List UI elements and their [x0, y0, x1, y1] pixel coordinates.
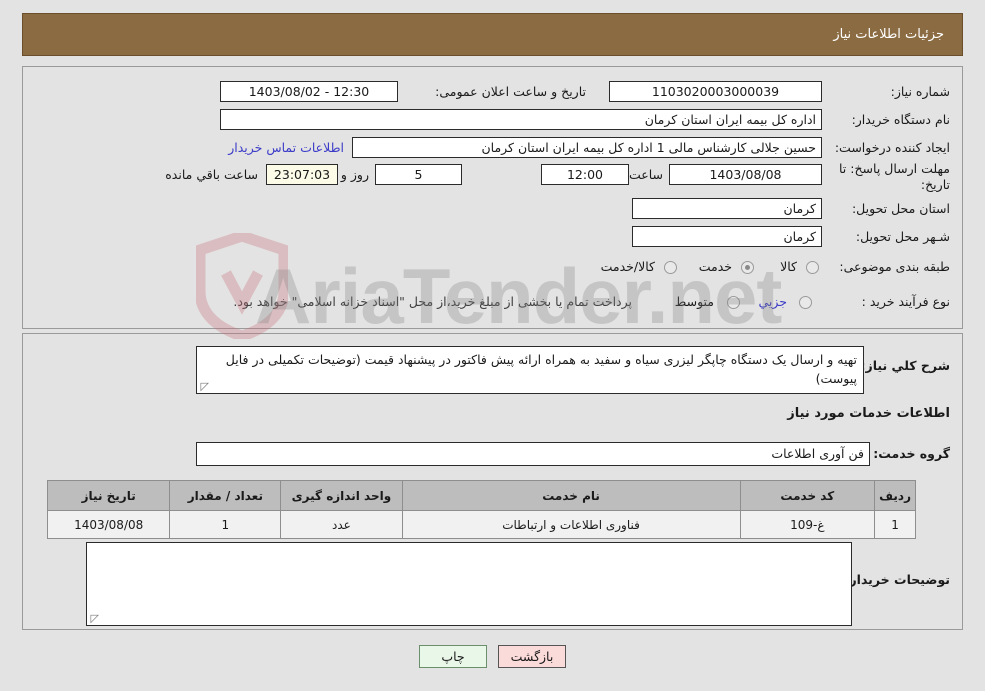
need-number-label: شماره نیاز:	[890, 84, 950, 99]
table-header-row: ردیف کد خدمت نام خدمت واحد اندازه گیری ت…	[46, 480, 916, 511]
purchase-type-radio-jozii[interactable]	[799, 296, 812, 309]
col-date: تاریخ نیاز	[46, 480, 171, 511]
purchase-type-note: پرداخت تمام یا بخشی از مبلغ خرید،از محل …	[233, 294, 632, 309]
cell-radif: 1	[874, 510, 916, 539]
purchase-type-radio-motevaset[interactable]	[727, 296, 740, 309]
general-desc-text: تهیه و ارسال یک دستگاه چاپگر لیزری سیاه …	[225, 352, 857, 386]
action-buttons: بازگشت چاپ	[0, 645, 985, 668]
service-group-value: فن آوری اطلاعات	[196, 442, 870, 466]
delivery-city-value: کرمان	[632, 226, 822, 247]
deadline-date-value: 1403/08/08	[669, 164, 822, 185]
general-desc-label: شرح کلي نیاز:	[860, 358, 950, 373]
services-table: ردیف کد خدمت نام خدمت واحد اندازه گیری ت…	[46, 480, 916, 539]
resize-grip-icon[interactable]: ◸	[199, 381, 209, 392]
deadline-time-value: 12:00	[541, 164, 629, 185]
resize-grip-icon[interactable]: ◸	[89, 613, 99, 624]
deadline-label: مهلت ارسال پاسخ: تا تاریخ:	[839, 161, 950, 192]
cell-unit: عدد	[280, 510, 403, 539]
col-unit: واحد اندازه گیری	[280, 480, 403, 511]
page-root: جزئیات اطلاعات نیاز AriaTender.net شماره…	[0, 0, 985, 691]
request-creator-value: حسین جلالی کارشناس مالی 1 اداره کل بیمه …	[352, 137, 822, 158]
category-label-khedmat: خدمت	[698, 259, 732, 274]
need-number-value: 1103020003000039	[609, 81, 822, 102]
page-title: جزئیات اطلاعات نیاز	[833, 27, 944, 42]
need-info-panel: شماره نیاز: 1103020003000039 تاریخ و ساع…	[22, 66, 963, 329]
print-button[interactable]: چاپ	[419, 645, 487, 668]
buyer-contact-link[interactable]: اطلاعات تماس خریدار	[228, 140, 344, 155]
category-radio-kala[interactable]	[806, 261, 819, 274]
delivery-city-label: شـهر محل تحویل:	[855, 229, 950, 244]
buyer-notes-value[interactable]: ◸	[86, 542, 852, 626]
purchase-type-label-jozii: جزیي	[758, 294, 787, 309]
delivery-province-value: کرمان	[632, 198, 822, 219]
deadline-countdown-value: 23:07:03	[266, 164, 338, 185]
buyer-org-label: نام دستگاه خریدار:	[851, 112, 950, 127]
page-header: جزئیات اطلاعات نیاز	[22, 13, 963, 56]
need-details-panel: شرح کلي نیاز: تهیه و ارسال یک دستگاه چاپ…	[22, 333, 963, 630]
cell-name: فناوری اطلاعات و ارتباطات	[401, 510, 741, 539]
col-name: نام خدمت	[401, 480, 741, 511]
deadline-time-label: ساعت	[628, 167, 663, 182]
back-button[interactable]: بازگشت	[498, 645, 566, 668]
announce-datetime-value: 12:30 - 1403/08/02	[220, 81, 398, 102]
announce-datetime-label: تاریخ و ساعت اعلان عمومی:	[435, 84, 586, 99]
category-radio-khedmat[interactable]	[741, 261, 754, 274]
deadline-countdown-label: ساعت باقي مانده	[165, 167, 258, 182]
request-creator-label: ایجاد کننده درخواست:	[834, 140, 950, 155]
col-qty: تعداد / مقدار	[169, 480, 282, 511]
deadline-days-label: روز و	[340, 167, 369, 182]
deadline-days-value: 5	[375, 164, 462, 185]
delivery-province-label: استان محل تحویل:	[851, 201, 950, 216]
category-label-kala-khedmat: کالا/خدمت	[600, 259, 655, 274]
category-radio-kala-khedmat[interactable]	[664, 261, 677, 274]
service-group-label: گروه خدمت:	[873, 446, 950, 461]
buyer-notes-label: توضیحات خریدار:	[844, 572, 950, 587]
cell-qty: 1	[169, 510, 282, 539]
purchase-type-label-motevaset: متوسط	[674, 294, 714, 309]
col-code: کد خدمت	[739, 480, 876, 511]
category-label-kala: کالا	[780, 259, 797, 274]
buyer-org-value: اداره کل بیمه ایران استان کرمان	[220, 109, 822, 130]
col-radif: ردیف	[874, 480, 916, 511]
table-row: 1 غ-109 فناوری اطلاعات و ارتباطات عدد 1 …	[46, 510, 916, 539]
cell-date: 1403/08/08	[46, 510, 171, 539]
purchase-type-label: نوع فرآیند خرید :	[861, 294, 950, 309]
services-section-title: اطلاعات خدمات مورد نیاز	[787, 406, 950, 421]
cell-code: غ-109	[739, 510, 876, 539]
category-label: طبقه بندی موضوعی:	[839, 259, 950, 274]
general-desc-value[interactable]: تهیه و ارسال یک دستگاه چاپگر لیزری سیاه …	[196, 346, 864, 394]
